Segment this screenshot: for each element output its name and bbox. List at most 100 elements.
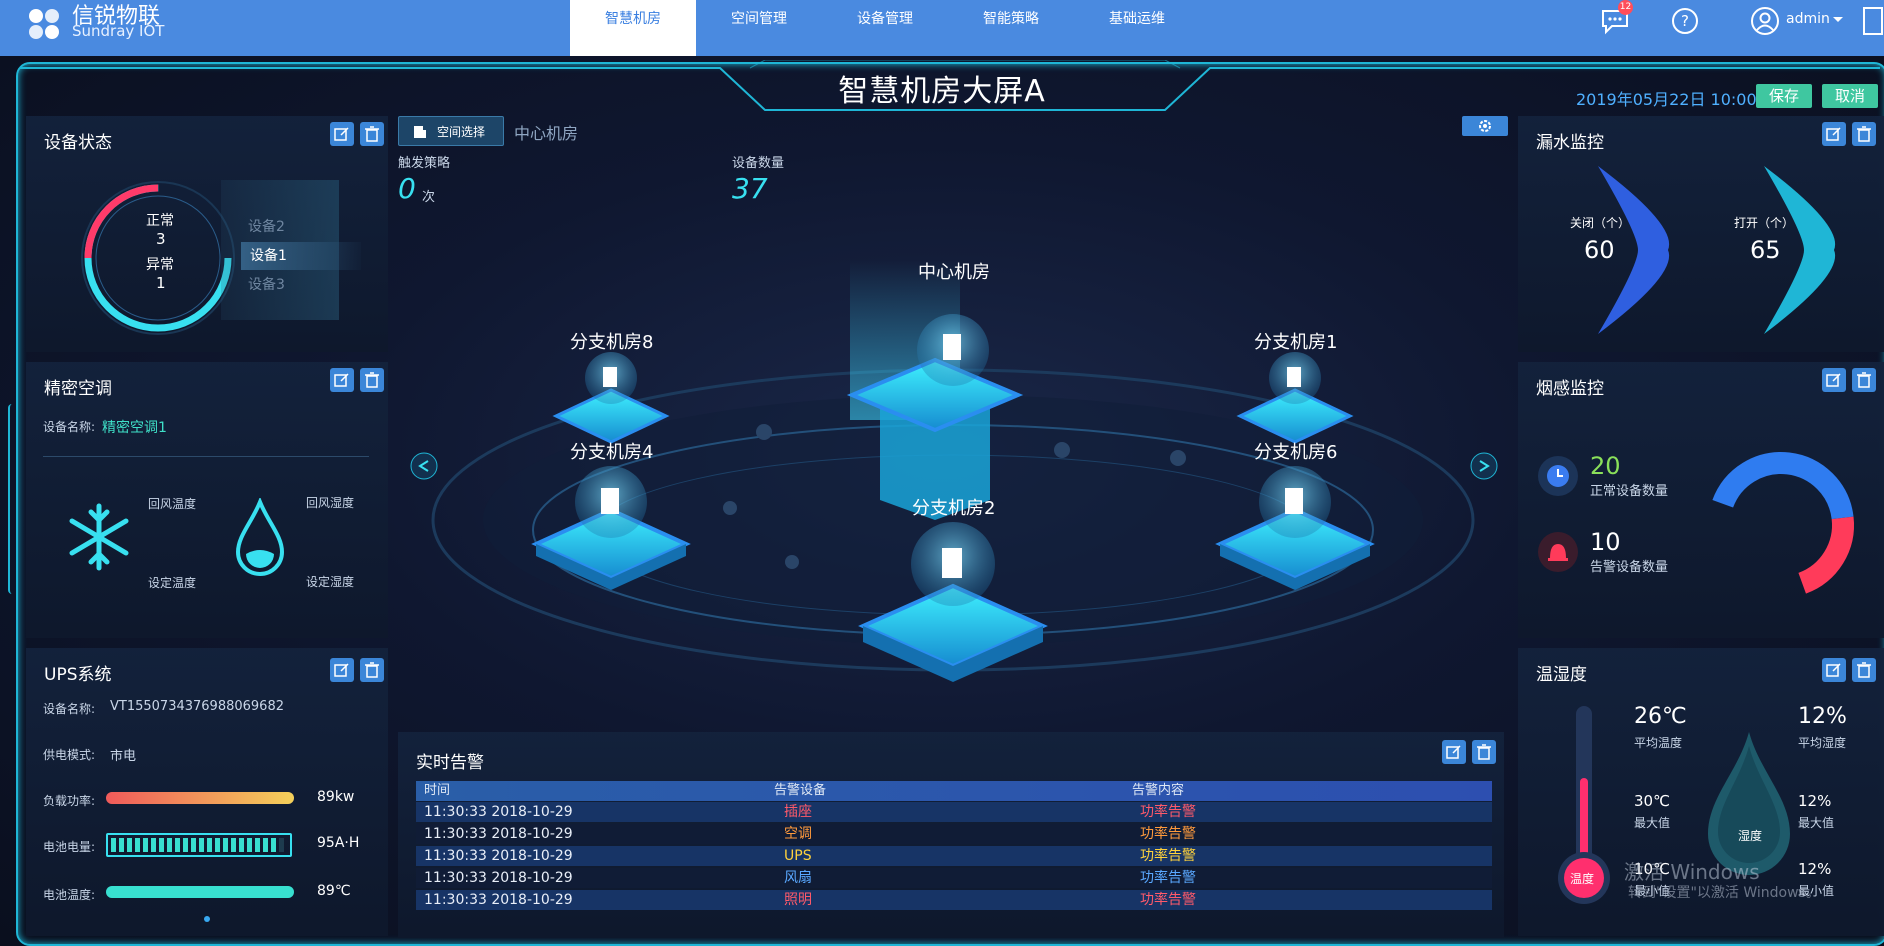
closed-value: 60 [1584, 236, 1615, 264]
battery-temp-track [106, 886, 294, 898]
delete-button[interactable] [1852, 122, 1876, 146]
ups-panel: UPS系统 设备名称: VT1550734376988069682 供电模式: … [26, 648, 388, 936]
room-topology-map [431, 260, 1475, 682]
room-label-b2: 分支机房2 [912, 498, 996, 519]
building-icon [603, 367, 617, 387]
max-humidity-value: 12% [1798, 792, 1832, 810]
closed-label: 关闭（个） [1570, 216, 1631, 230]
alarm-row[interactable]: 11:30:33 2018-10-29 插座 功率告警 [416, 802, 1492, 822]
alarm-device: 风扇 [784, 870, 812, 886]
cancel-button[interactable]: 取消 [1822, 84, 1878, 108]
pager-dot[interactable] [204, 916, 210, 922]
load-label: 负载功率: [43, 794, 96, 808]
battery-cell [159, 838, 164, 852]
battery-label: 电池电量: [43, 840, 96, 854]
delete-button[interactable] [360, 368, 384, 392]
device-count-label: 设备数量 [732, 156, 785, 171]
alarm-content: 功率告警 [1140, 870, 1196, 886]
avg-temp-label: 平均温度 [1634, 736, 1683, 750]
rotate-left-icon[interactable] [410, 452, 438, 480]
normal-label: 正常 [146, 213, 174, 229]
open-value: 65 [1750, 236, 1781, 264]
battery-cell [255, 838, 260, 852]
battery-cell [223, 838, 228, 852]
edit-button[interactable] [1822, 122, 1846, 146]
delete-button[interactable] [360, 122, 384, 146]
alarm-row[interactable]: 11:30:33 2018-10-29 UPS 功率告警 [416, 846, 1492, 866]
alarm-bell-icon [1538, 532, 1578, 572]
edit-icon [1446, 745, 1461, 759]
datetime: 2019年05月22日 10:00 [1576, 90, 1757, 109]
alarm-row[interactable]: 11:30:33 2018-10-29 空调 功率告警 [416, 824, 1492, 844]
alarm-row[interactable]: 11:30:33 2018-10-29 风扇 功率告警 [416, 868, 1492, 888]
room-label-b4: 分支机房4 [570, 442, 654, 463]
tab-space-management[interactable]: 空间管理 [696, 0, 822, 56]
user-name[interactable]: admin [1786, 11, 1830, 27]
battery-temp-value: 89℃ [317, 883, 351, 899]
decor-dot [1170, 450, 1186, 466]
alarm-row[interactable]: 11:30:33 2018-10-29 照明 功率告警 [416, 890, 1492, 910]
edit-button[interactable] [330, 122, 354, 146]
edit-button[interactable] [330, 368, 354, 392]
windows-watermark-title: 激活 Windows [1624, 860, 1760, 884]
aircon-panel: 精密空调 设备名称: 精密空调1 回风温度 设定温度 回风湿度 设定湿度 [26, 362, 388, 638]
panel-title: UPS系统 [44, 665, 112, 685]
chevron-down-icon[interactable] [1832, 16, 1844, 24]
avg-humidity-value: 12% [1798, 704, 1847, 729]
max-humidity-label: 最大值 [1798, 816, 1835, 830]
device-item[interactable]: 设备3 [248, 274, 285, 294]
delete-button[interactable] [1852, 658, 1876, 682]
help-icon[interactable]: ? [1670, 6, 1700, 36]
decor-dot [1054, 442, 1070, 458]
abnormal-label: 异常 [146, 257, 174, 273]
device-item[interactable]: 设备2 [248, 216, 285, 236]
rotate-right-icon[interactable] [1470, 452, 1498, 480]
leak-panel: 漏水监控 关闭（个） 60 打开（个） 65 [1518, 116, 1884, 352]
delete-button[interactable] [360, 658, 384, 682]
max-temp-value: 30℃ [1634, 792, 1670, 810]
device-name-label: 设备名称: [43, 420, 96, 434]
edit-icon [1826, 127, 1841, 141]
decor-dot [785, 555, 799, 569]
svg-text:?: ? [1681, 12, 1689, 30]
min-humidity-value: 12% [1798, 860, 1832, 878]
delete-button[interactable] [1472, 740, 1496, 764]
trash-icon [1857, 372, 1871, 388]
user-avatar-icon[interactable] [1750, 6, 1780, 36]
edit-icon [334, 127, 349, 141]
decor-dot [723, 501, 737, 515]
battery-cell [135, 838, 140, 852]
battery-cell [263, 838, 268, 852]
device-item-selected[interactable]: 设备1 [250, 245, 287, 265]
logout-icon[interactable] [1862, 6, 1884, 36]
panel-title: 漏水监控 [1536, 133, 1604, 153]
device-name-value: VT1550734376988069682 [110, 699, 284, 714]
alarm-content: 功率告警 [1140, 892, 1196, 908]
windows-watermark-subtitle: 转到"设置"以激活 Windows。 [1628, 885, 1820, 901]
edit-button[interactable] [1822, 368, 1846, 392]
trigger-label: 触发策略 [398, 156, 451, 171]
side-decor [8, 404, 16, 594]
panel-title: 烟感监控 [1536, 379, 1604, 399]
tab-basic-ops[interactable]: 基础运维 [1074, 0, 1200, 56]
alarm-content: 功率告警 [1140, 826, 1196, 842]
tab-smart-room[interactable]: 智慧机房 [570, 0, 696, 56]
edit-button[interactable] [1442, 740, 1466, 764]
battery-cell [247, 838, 252, 852]
edit-button[interactable] [330, 658, 354, 682]
battery-cell [271, 838, 276, 852]
max-temp-label: 最大值 [1634, 816, 1671, 830]
settings-button[interactable] [1462, 116, 1508, 136]
edit-button[interactable] [1822, 658, 1846, 682]
trash-icon [1477, 744, 1491, 760]
smoke-normal-label: 正常设备数量 [1590, 484, 1669, 499]
header-device: 告警设备 [774, 783, 827, 798]
trash-icon [365, 126, 379, 142]
space-select-button[interactable]: 空间选择 [398, 116, 504, 146]
battery-cell [167, 838, 172, 852]
device-status-panel: 设备状态 正常 3 异常 1 设备2 设备1 设备3 [26, 116, 388, 352]
delete-button[interactable] [1852, 368, 1876, 392]
tab-smart-strategy[interactable]: 智能策略 [948, 0, 1074, 56]
save-button[interactable]: 保存 [1756, 84, 1812, 108]
tab-device-management[interactable]: 设备管理 [822, 0, 948, 56]
